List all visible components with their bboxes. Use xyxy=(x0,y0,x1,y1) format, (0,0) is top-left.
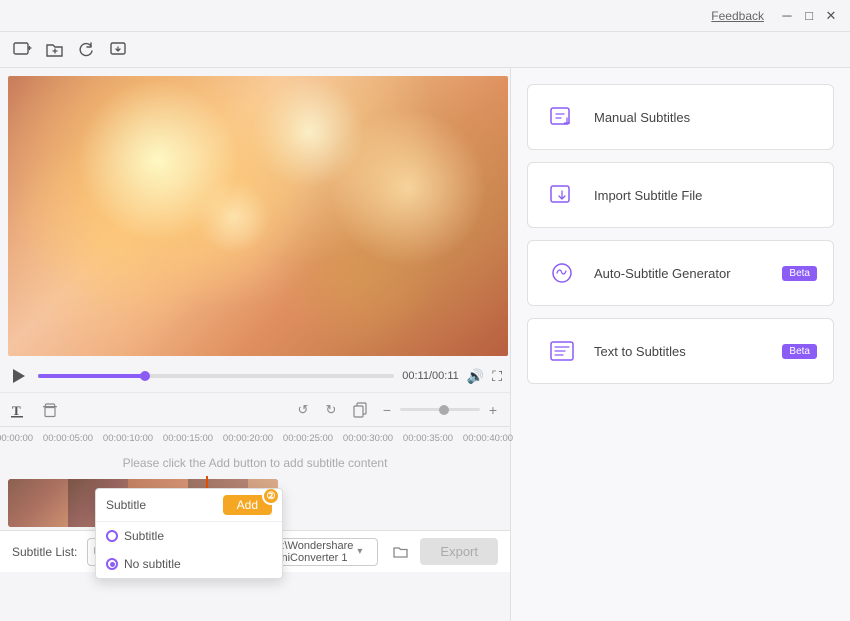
add-folder-button[interactable] xyxy=(42,37,68,63)
zoom-out-button[interactable]: − xyxy=(378,401,396,419)
subtitle-list-label: Subtitle List: xyxy=(12,545,77,559)
import-button[interactable] xyxy=(106,37,132,63)
auto-subtitle-icon xyxy=(544,255,580,291)
close-button[interactable]: ✕ xyxy=(820,5,842,27)
dropdown-item-subtitle[interactable]: Subtitle xyxy=(96,522,282,550)
zoom-slider[interactable] xyxy=(400,408,480,411)
refresh-button[interactable] xyxy=(74,37,100,63)
video-controls: 00:11/00:11 🔊 ⛶ xyxy=(0,360,510,392)
file-path-text: D:\Wondershare UniConverter 1 xyxy=(274,540,354,564)
dropdown-item-no-subtitle-label: No subtitle xyxy=(124,557,181,571)
left-panel: 00:11/00:11 🔊 ⛶ T xyxy=(0,68,510,621)
add-media-button[interactable] xyxy=(10,37,36,63)
import-subtitle-card[interactable]: Import Subtitle File xyxy=(527,162,834,228)
radio-subtitle xyxy=(106,530,118,542)
ruler-label-1: 00:00:05:00 xyxy=(43,433,93,444)
maximize-button[interactable]: □ xyxy=(798,5,820,27)
text-to-subtitles-card[interactable]: Text to Subtitles Beta xyxy=(527,318,834,384)
dropdown-item-no-subtitle[interactable]: No subtitle xyxy=(96,550,282,578)
zoom-in-button[interactable]: + xyxy=(484,401,502,419)
ruler-label-6: 00:00:30:00 xyxy=(343,433,393,444)
progress-thumb xyxy=(140,371,150,381)
video-preview xyxy=(8,76,508,356)
ruler-label-5: 00:00:25:00 xyxy=(283,433,333,444)
ruler-label-3: 00:00:15:00 xyxy=(163,433,213,444)
toolbar xyxy=(0,32,850,68)
subtitle-dropdown-popup: Subtitle Add ② Subtitle No subtitle xyxy=(95,488,283,579)
dropdown-header-text: Subtitle xyxy=(106,498,146,512)
video-bokeh xyxy=(8,76,508,356)
volume-icon[interactable]: 🔊 xyxy=(467,368,484,385)
manual-subtitles-card[interactable]: Manual Subtitles xyxy=(527,84,834,150)
import-subtitle-label: Import Subtitle File xyxy=(594,188,702,203)
timeline-hint: Please click the Add button to add subti… xyxy=(0,450,510,476)
redo-button[interactable]: ↻ xyxy=(320,399,342,421)
edit-toolbar: T ↺ ↻ xyxy=(0,392,510,426)
manual-subtitles-label: Manual Subtitles xyxy=(594,110,690,125)
main-content: 00:11/00:11 🔊 ⛶ T xyxy=(0,68,850,621)
text-to-subtitles-icon xyxy=(544,333,580,369)
radio-no-subtitle xyxy=(106,558,118,570)
manual-subtitles-icon xyxy=(544,99,580,135)
minimize-button[interactable]: ─ xyxy=(776,5,798,27)
app-window: Feedback ─ □ ✕ xyxy=(0,0,850,621)
text-to-subtitles-label: Text to Subtitles xyxy=(594,344,686,359)
zoom-bar: − + xyxy=(378,401,502,419)
edit-toolbar-right: ↺ ↻ − + xyxy=(292,398,502,422)
ruler-label-0: 00:00:00:00 xyxy=(0,433,33,444)
progress-bar[interactable] xyxy=(38,374,394,378)
ruler-label-7: 00:00:35:00 xyxy=(403,433,453,444)
copy-button[interactable] xyxy=(348,398,372,422)
ruler-label-4: 00:00:20:00 xyxy=(223,433,273,444)
undo-button[interactable]: ↺ xyxy=(292,399,314,421)
thumb-1 xyxy=(8,479,68,527)
right-panel: Manual Subtitles Import Subtitle File xyxy=(510,68,850,621)
subtitle-text-button[interactable]: T xyxy=(8,398,32,422)
import-subtitle-icon xyxy=(544,177,580,213)
add-badge: ② xyxy=(262,488,280,505)
auto-subtitle-label: Auto-Subtitle Generator xyxy=(594,266,731,281)
delete-button[interactable] xyxy=(38,398,62,422)
text-to-subtitles-beta-badge: Beta xyxy=(782,344,817,359)
export-button[interactable]: Export xyxy=(420,538,498,565)
dropdown-item-subtitle-label: Subtitle xyxy=(124,529,164,543)
time-display: 00:11/00:11 xyxy=(402,370,458,382)
progress-fill xyxy=(38,374,145,378)
fullscreen-icon[interactable]: ⛶ xyxy=(492,368,502,385)
auto-subtitle-beta-badge: Beta xyxy=(782,266,817,281)
ruler-label-2: 00:00:10:00 xyxy=(103,433,153,444)
dropdown-header: Subtitle Add ② xyxy=(96,489,282,522)
zoom-thumb xyxy=(439,405,449,415)
title-bar: Feedback ─ □ ✕ xyxy=(0,0,850,32)
ruler-label-8: 00:00:40:00 xyxy=(463,433,513,444)
auto-subtitle-card[interactable]: Auto-Subtitle Generator Beta xyxy=(527,240,834,306)
svg-text:T: T xyxy=(12,403,21,418)
timeline-ruler: 00:00:00:00 00:00:05:00 00:00:10:00 00:0… xyxy=(0,426,510,450)
folder-button[interactable] xyxy=(392,540,410,564)
play-button[interactable] xyxy=(8,365,30,387)
feedback-link[interactable]: Feedback xyxy=(711,9,764,23)
